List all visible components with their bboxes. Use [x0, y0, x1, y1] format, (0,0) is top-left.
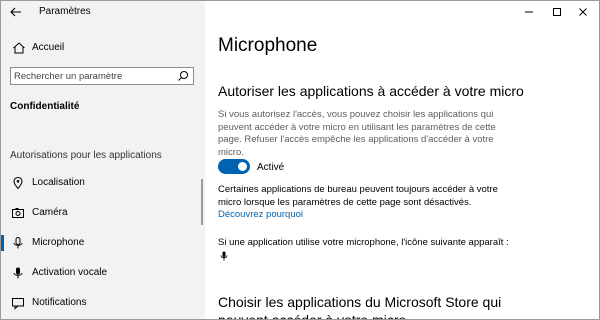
- sidebar-item-camera[interactable]: Caméra: [1, 201, 205, 225]
- access-description: Si vous autorisez l'accès, vous pouvez c…: [218, 109, 496, 158]
- group-label: Autorisations pour les applications: [10, 150, 162, 161]
- section-heading-access: Autoriser les applications à accéder à v…: [218, 83, 524, 99]
- microphone-icon: [13, 237, 23, 249]
- sidebar-item-label: Microphone: [32, 237, 85, 248]
- title-bar: Paramètres: [1, 1, 205, 23]
- selection-indicator: [1, 235, 4, 251]
- back-button[interactable]: [7, 3, 25, 21]
- icon-note: Si une application utilise votre microph…: [218, 237, 509, 248]
- microphone-access-toggle[interactable]: [218, 159, 250, 174]
- section-heading-store-apps: Choisir les applications du Microsoft St…: [218, 294, 502, 320]
- learn-why-link[interactable]: Découvrez pourquoi: [218, 209, 303, 220]
- sidebar-item-label: Caméra: [32, 207, 68, 218]
- location-icon: [13, 176, 23, 190]
- search-icon[interactable]: [177, 70, 189, 82]
- back-arrow-icon: [10, 7, 21, 17]
- close-icon: [579, 8, 587, 16]
- home-label: Accueil: [32, 42, 65, 53]
- sidebar-item-label: Activation vocale: [32, 267, 108, 278]
- toggle-state-label: Activé: [257, 162, 285, 173]
- section-title: Confidentialité: [10, 101, 80, 112]
- settings-window: Paramètres Accueil Confidentialité Autor…: [0, 0, 600, 320]
- notifications-icon: [12, 298, 24, 310]
- close-button[interactable]: [565, 1, 599, 23]
- sidebar-item-voice-activation[interactable]: Activation vocale: [1, 261, 205, 285]
- page-title: Microphone: [218, 35, 318, 56]
- voice-activation-icon: [13, 267, 23, 279]
- sidebar-item-label: Localisation: [32, 177, 85, 188]
- sidebar-item-notifications[interactable]: Notifications: [1, 291, 205, 315]
- toggle-knob: [238, 162, 247, 171]
- sidebar: Paramètres Accueil Confidentialité Autor…: [1, 1, 205, 319]
- main-content: Microphone Autoriser les applications à …: [205, 1, 599, 319]
- sidebar-item-localisation[interactable]: Localisation: [1, 171, 205, 195]
- home-icon: [13, 42, 25, 54]
- desktop-apps-note-text: Certaines applications de bureau peuvent…: [218, 184, 498, 208]
- sidebar-item-label: Notifications: [32, 297, 87, 308]
- app-title: Paramètres: [39, 6, 91, 17]
- microphone-in-use-icon: [220, 251, 228, 261]
- search-input[interactable]: [14, 69, 174, 83]
- camera-icon: [12, 208, 24, 218]
- home-link[interactable]: Accueil: [1, 37, 205, 59]
- minimize-icon: [525, 11, 533, 13]
- search-box[interactable]: [10, 67, 194, 85]
- maximize-icon: [553, 8, 561, 16]
- sidebar-item-microphone[interactable]: Microphone: [1, 231, 205, 255]
- desktop-apps-note: Certaines applications de bureau peuvent…: [218, 184, 518, 222]
- sidebar-scrollbar[interactable]: [201, 179, 203, 225]
